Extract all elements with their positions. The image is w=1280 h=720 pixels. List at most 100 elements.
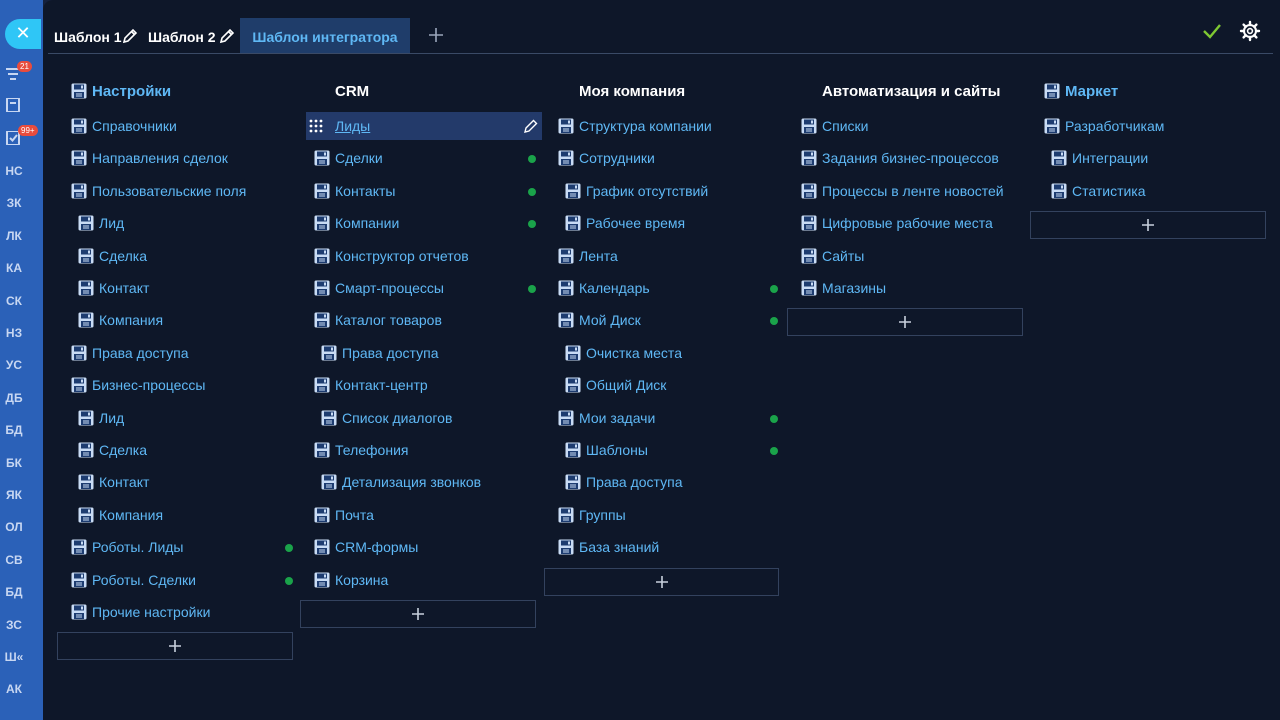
menu-item[interactable]: Лид — [63, 404, 299, 432]
document-icon[interactable] — [6, 98, 22, 112]
menu-item[interactable]: Сделки — [306, 144, 542, 172]
menu-item-label: Сайты — [822, 247, 865, 264]
pencil-icon[interactable] — [523, 118, 539, 134]
tab-template-1[interactable]: Шаблон 1 — [54, 29, 122, 45]
chat-shortcut[interactable]: НС — [0, 164, 28, 178]
menu-item-label: Контакт — [99, 474, 150, 491]
chat-shortcut[interactable]: ЛК — [0, 229, 28, 243]
menu-item[interactable]: Детализация звонков — [306, 468, 542, 496]
menu-item[interactable]: Общий Диск — [550, 371, 785, 399]
menu-item[interactable]: Телефония — [306, 436, 542, 464]
menu-item[interactable]: Списки — [793, 112, 1029, 140]
menu-item[interactable]: Контакты — [306, 177, 542, 205]
chat-shortcut[interactable]: ЗС — [0, 618, 28, 632]
tab-integrator-template[interactable]: Шаблон интегратора — [240, 18, 410, 53]
menu-item[interactable]: Контакт — [63, 468, 299, 496]
chat-shortcut[interactable]: СВ — [0, 553, 28, 567]
chat-shortcut[interactable]: УС — [0, 358, 28, 372]
menu-item[interactable]: Сделка — [63, 436, 299, 464]
menu-item[interactable]: Права доступа — [306, 339, 542, 367]
menu-item[interactable]: Мой Диск — [550, 306, 785, 334]
menu-item[interactable]: База знаний — [550, 533, 785, 561]
chat-shortcut[interactable]: ЯК — [0, 488, 28, 502]
chat-shortcut[interactable]: Ш« — [0, 650, 28, 664]
floppy-disk-icon — [78, 442, 94, 458]
menu-item[interactable]: Лид — [63, 209, 299, 237]
menu-item[interactable]: Компания — [63, 501, 299, 529]
menu-item[interactable]: Роботы. Лиды — [63, 533, 299, 561]
floppy-disk-icon — [71, 539, 87, 555]
menu-item[interactable]: CRM-формы — [306, 533, 542, 561]
menu-item[interactable]: Права доступа — [63, 339, 299, 367]
menu-item[interactable]: Сотрудники — [550, 144, 785, 172]
menu-item[interactable]: Корзина — [306, 566, 542, 594]
menu-item[interactable]: Список диалогов — [306, 404, 542, 432]
floppy-disk-icon — [565, 183, 581, 199]
menu-item-label: Разработчикам — [1065, 118, 1165, 134]
menu-item[interactable]: Пользовательские поля — [63, 177, 299, 205]
pencil-icon[interactable] — [218, 27, 236, 45]
menu-item[interactable]: Направления сделок — [63, 144, 299, 172]
chat-shortcut[interactable]: БК — [0, 456, 28, 470]
add-item-button[interactable] — [544, 567, 779, 596]
tabs-divider — [48, 53, 1273, 54]
menu-item[interactable]: Интеграции — [1036, 144, 1272, 172]
menu-item[interactable]: Компания — [63, 306, 299, 334]
menu-item[interactable]: Контакт — [63, 274, 299, 302]
add-item-button[interactable] — [1030, 211, 1266, 240]
menu-item[interactable]: Разработчикам — [1036, 112, 1272, 140]
menu-item[interactable]: Бизнес-процессы — [63, 371, 299, 399]
menu-item[interactable]: Контакт-центр — [306, 371, 542, 399]
menu-item[interactable]: Прочие настройки — [63, 598, 299, 626]
menu-item[interactable]: Мои задачи — [550, 404, 785, 432]
chat-shortcut[interactable]: ОЛ — [0, 520, 28, 534]
menu-item[interactable]: Компании — [306, 209, 542, 237]
menu-item[interactable]: График отсутствий — [550, 177, 785, 205]
menu-item[interactable]: Структура компании — [550, 112, 785, 140]
menu-item[interactable]: Процессы в ленте новостей — [793, 177, 1029, 205]
floppy-disk-icon — [78, 280, 94, 296]
close-icon[interactable]: ✕ — [5, 19, 41, 49]
menu-item[interactable]: Группы — [550, 501, 785, 529]
gear-icon[interactable] — [1239, 20, 1261, 42]
floppy-disk-icon — [801, 118, 817, 134]
chat-shortcut[interactable]: НЗ — [0, 326, 28, 340]
menu-item[interactable]: Цифровые рабочие места — [793, 209, 1029, 237]
menu-item[interactable]: Задания бизнес-процессов — [793, 144, 1029, 172]
tab-template-2[interactable]: Шаблон 2 — [148, 29, 216, 45]
add-item-button[interactable] — [300, 600, 536, 628]
menu-item[interactable]: Почта — [306, 501, 542, 529]
menu-item[interactable]: Сделка — [63, 242, 299, 270]
menu-item-label: Компании — [335, 215, 400, 232]
menu-item[interactable]: Лиды — [306, 112, 542, 140]
add-item-button[interactable] — [57, 632, 293, 661]
chat-shortcut[interactable]: КА — [0, 261, 28, 275]
menu-item[interactable]: Роботы. Сделки — [63, 566, 299, 594]
menu-item[interactable]: Конструктор отчетов — [306, 242, 542, 270]
menu-item[interactable]: Смарт-процессы — [306, 274, 542, 302]
menu-item-label: Списки — [822, 118, 869, 134]
pencil-icon[interactable] — [121, 27, 139, 45]
menu-item[interactable]: Календарь — [550, 274, 785, 302]
chat-shortcut[interactable]: ЗК — [0, 196, 28, 210]
menu-item[interactable]: Очистка места — [550, 339, 785, 367]
menu-item[interactable]: Лента — [550, 242, 785, 270]
chat-shortcut[interactable]: БД — [0, 423, 28, 437]
menu-item[interactable]: Рабочее время — [550, 209, 785, 237]
menu-item[interactable]: Сайты — [793, 242, 1029, 270]
chat-shortcut[interactable]: ДБ — [0, 391, 28, 405]
add-item-button[interactable] — [787, 308, 1023, 337]
menu-item-label: Сделки — [335, 150, 383, 167]
menu-item[interactable]: Магазины — [793, 274, 1029, 302]
check-icon[interactable] — [1202, 21, 1222, 41]
menu-item[interactable]: Статистика — [1036, 177, 1272, 205]
plus-icon[interactable] — [426, 25, 446, 45]
menu-item[interactable]: Шаблоны — [550, 436, 785, 464]
menu-item[interactable]: Справочники — [63, 112, 299, 140]
menu-item[interactable]: Права доступа — [550, 468, 785, 496]
drag-handle-icon[interactable] — [309, 119, 323, 133]
chat-shortcut[interactable]: АК — [0, 682, 28, 696]
menu-item[interactable]: Каталог товаров — [306, 306, 542, 334]
chat-shortcut[interactable]: БД — [0, 585, 28, 599]
chat-shortcut[interactable]: СК — [0, 294, 28, 308]
